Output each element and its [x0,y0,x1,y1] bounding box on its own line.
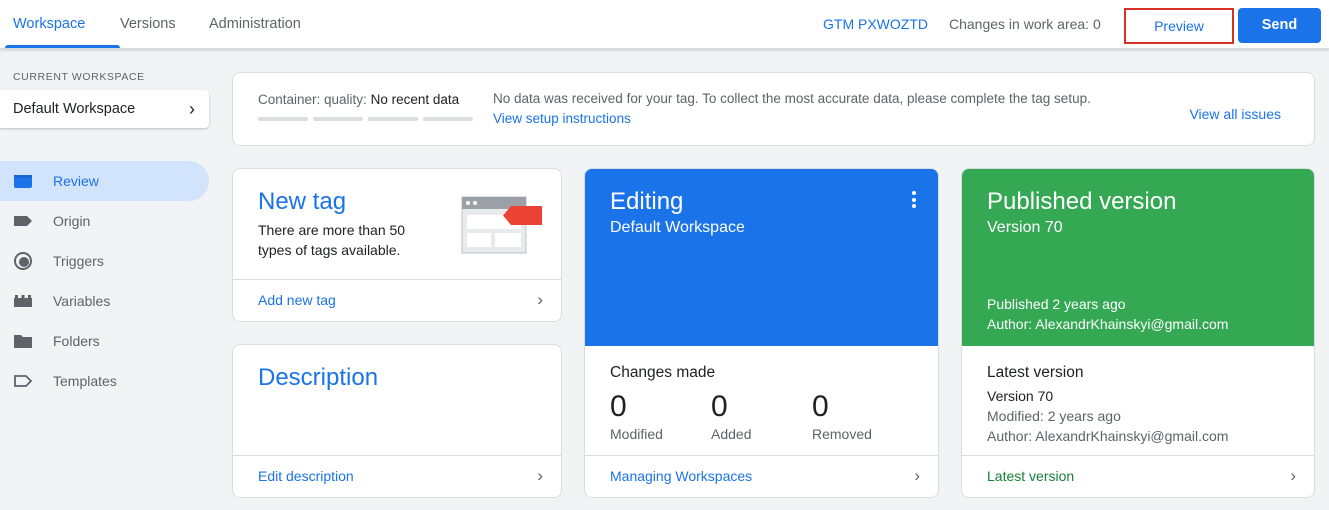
tag-illustration-icon [461,196,542,254]
edit-description-link[interactable]: Edit description [258,468,354,484]
latest-version-title: Latest version [987,364,1084,381]
new-tag-card[interactable]: New tag There are more than 50 types of … [232,168,562,322]
managing-workspaces-link[interactable]: Managing Workspaces [610,468,752,484]
sidebar-item-label: Triggers [53,253,104,269]
editing-card: Editing Default Workspace Changes made 0… [584,168,939,498]
sidebar-item-review[interactable]: Review [0,161,209,201]
published-title: Published version [987,188,1177,215]
chevron-right-icon: › [189,99,195,119]
sidebar-item-templates[interactable]: Templates [0,361,209,401]
top-bar: Workspace Versions Administration GTM PX… [0,0,1329,49]
sidebar-item-variables[interactable]: Variables [0,281,209,321]
editing-title: Editing [610,188,684,215]
add-new-tag-link[interactable]: Add new tag [258,292,336,308]
latest-version-number: Version 70 [987,388,1054,404]
sidebar-item-origin[interactable]: Origin [0,201,209,241]
published-when: Published 2 years ago [987,296,1126,312]
chevron-right-icon: › [537,290,543,309]
view-all-issues-link[interactable]: View all issues [1189,106,1281,122]
quality-message: No data was received for your tag. To co… [493,91,1091,106]
preview-button[interactable]: Preview [1124,8,1234,44]
new-tag-title: New tag [258,188,347,215]
sidebar-item-label: Folders [53,333,100,349]
new-tag-description: There are more than 50 types of tags ava… [258,222,406,258]
template-icon [14,375,33,387]
latest-modified: Modified: 2 years ago [987,408,1121,424]
published-author: Author: AlexandrKhainskyi@gmail.com [987,316,1229,332]
workspace-name: Default Workspace [13,101,136,117]
published-header: Published version Version 70 Published 2… [962,169,1314,346]
stat-modified: 0 Modified [610,389,663,442]
published-version: Version 70 [987,219,1063,236]
quality-meter-segment [368,117,418,121]
active-tab-indicator [5,45,120,48]
stat-label: Modified [610,426,663,442]
tab-versions[interactable]: Versions [120,0,176,49]
current-workspace-label: CURRENT WORKSPACE [13,71,145,83]
description-title: Description [258,364,379,391]
changes-counter: Changes in work area: 0 [949,16,1101,32]
latest-author: Author: AlexandrKhainskyi@gmail.com [987,428,1229,444]
stat-removed: 0 Removed [812,389,872,442]
quality-value: No recent data [370,92,460,107]
setup-instructions-link[interactable]: View setup instructions [493,111,631,126]
sidebar-item-label: Templates [53,373,117,389]
quality-meter-segment [258,117,308,121]
tab-administration[interactable]: Administration [209,0,301,49]
chevron-right-icon: › [914,466,920,485]
sidebar-item-triggers[interactable]: Triggers [0,241,209,281]
stat-value: 0 [610,390,627,423]
tab-workspace[interactable]: Workspace [13,0,85,49]
container-quality-card: Container: quality: No recent data No da… [232,72,1315,146]
more-options-icon[interactable] [912,191,916,211]
chevron-right-icon: › [1290,466,1296,485]
sidebar-item-label: Review [53,173,99,189]
published-version-card: Published version Version 70 Published 2… [961,168,1315,498]
folder-icon [14,335,32,348]
sidebar-item-label: Variables [53,293,111,309]
quality-meter-segment [423,117,473,121]
sidebar-item-label: Origin [53,213,91,229]
changes-made-title: Changes made [610,364,716,381]
editing-header: Editing Default Workspace [585,169,938,346]
editing-workspace: Default Workspace [610,219,745,236]
editing-footer[interactable]: Managing Workspaces › [585,455,938,497]
variables-icon [14,295,32,307]
stat-label: Added [711,426,752,442]
trigger-icon [14,252,32,270]
sidebar-item-folders[interactable]: Folders [0,321,209,361]
description-card: Description Edit description › [232,344,562,498]
stat-label: Removed [812,426,872,442]
published-footer[interactable]: Latest version › [962,455,1314,497]
container-id-link[interactable]: GTM PXWOZTD [823,0,928,49]
description-footer[interactable]: Edit description › [233,455,561,497]
latest-version-link[interactable]: Latest version [987,468,1074,484]
stat-value: 0 [812,390,829,423]
new-tag-footer[interactable]: Add new tag › [233,279,561,321]
tag-icon [14,216,32,226]
review-icon [14,175,32,188]
stat-value: 0 [711,390,728,423]
quality-meter-segment [313,117,363,121]
send-button[interactable]: Send [1238,8,1321,43]
workspace-picker[interactable]: Default Workspace › [0,90,209,128]
quality-label: Container: quality: No recent data [258,92,460,107]
chevron-right-icon: › [537,466,543,485]
stat-added: 0 Added [711,389,751,442]
